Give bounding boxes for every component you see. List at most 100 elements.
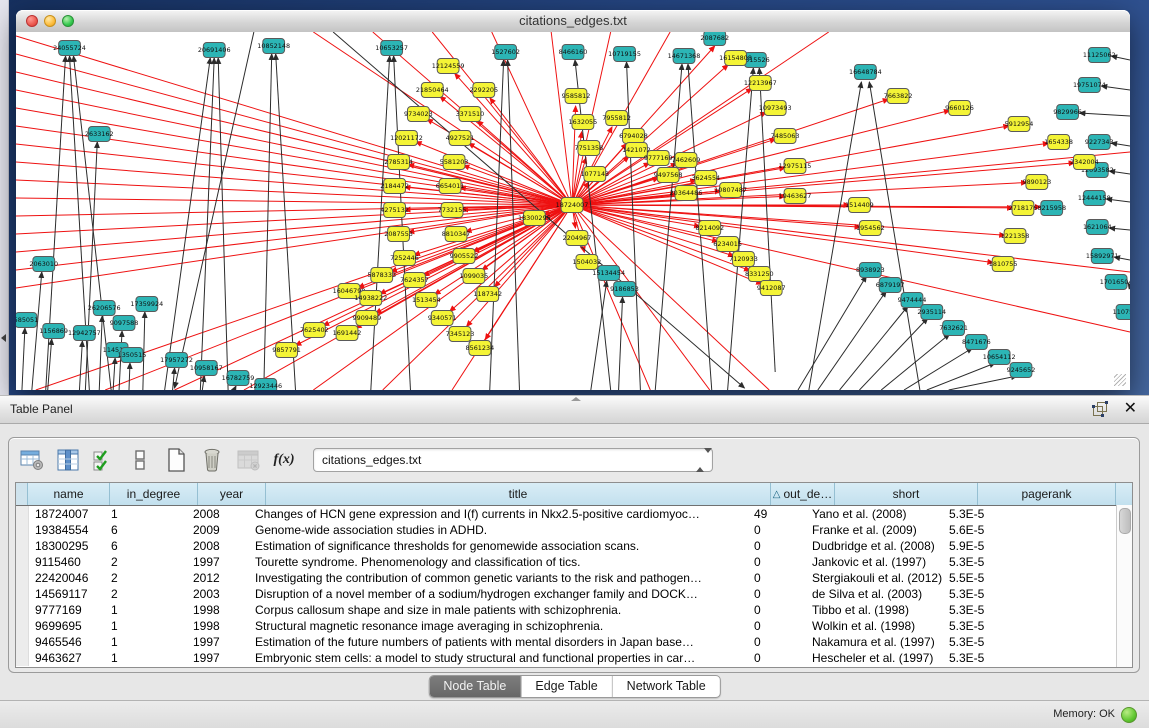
cell-title[interactable]: Estimation of the future numbers of pati…: [249, 635, 748, 649]
delete-table-button[interactable]: [197, 445, 227, 475]
function-builder-button[interactable]: f(x): [269, 445, 299, 475]
cell-name[interactable]: 9699695: [29, 619, 105, 633]
tab-node-table[interactable]: Node Table: [429, 676, 520, 697]
cell-short[interactable]: Hescheler et al. (1997): [806, 651, 943, 665]
citation-edge-black[interactable]: [859, 318, 927, 390]
cell-out_degree[interactable]: 0: [748, 539, 806, 553]
cell-short[interactable]: Yano et al. (2008): [806, 507, 943, 521]
tab-network-table[interactable]: Network Table: [612, 676, 720, 697]
citation-edge-black[interactable]: [79, 341, 82, 390]
cell-short[interactable]: Wolkin et al. (1998): [806, 619, 943, 633]
column-chooser-button[interactable]: [53, 445, 83, 475]
citation-edge-black[interactable]: [840, 306, 908, 390]
network-window-titlebar[interactable]: citations_edges.txt: [16, 10, 1130, 33]
cell-out_degree[interactable]: 0: [748, 651, 806, 665]
citation-edge-red[interactable]: [16, 205, 572, 288]
citation-edge-black[interactable]: [949, 376, 1017, 390]
table-row[interactable]: 969969511998Structural magnetic resonanc…: [16, 618, 1132, 634]
cell-pagerank[interactable]: 5.3E-5: [943, 507, 1075, 521]
splitter-grip[interactable]: [571, 397, 581, 401]
table-row[interactable]: 911546021997Tourette syndrome. Phenomeno…: [16, 554, 1132, 570]
citation-edge-black[interactable]: [1079, 113, 1130, 116]
table-row[interactable]: 946362711997Embryonic stem cells: a mode…: [16, 650, 1132, 666]
citation-edge-black[interactable]: [46, 56, 66, 390]
cell-pagerank[interactable]: 5.3E-5: [943, 587, 1075, 601]
column-header-pagerank[interactable]: pagerank: [978, 483, 1116, 505]
cell-name[interactable]: 18724007: [29, 507, 105, 521]
cell-short[interactable]: Stergiakouli et al. (2012): [806, 571, 943, 585]
cell-year[interactable]: 2008: [187, 539, 249, 553]
citation-edge-black[interactable]: [809, 82, 862, 390]
cell-pagerank[interactable]: 5.6E-5: [943, 523, 1075, 537]
cell-pagerank[interactable]: 5.3E-5: [943, 555, 1075, 569]
cell-year[interactable]: 1998: [187, 603, 249, 617]
memory-status-indicator[interactable]: [1121, 707, 1137, 723]
column-header-year[interactable]: year: [198, 483, 266, 505]
table-select-dropdown[interactable]: citations_edges.txt: [313, 448, 713, 472]
window-resize-grip[interactable]: [1114, 374, 1126, 386]
cell-out_degree[interactable]: 0: [748, 587, 806, 601]
column-header-in_degree[interactable]: in_degree: [110, 483, 198, 505]
cell-in_degree[interactable]: 1: [105, 603, 187, 617]
new-table-button[interactable]: [161, 445, 191, 475]
cell-pagerank[interactable]: 5.3E-5: [943, 651, 1075, 665]
cell-short[interactable]: Dudbridge et al. (2008): [806, 539, 943, 553]
column-header-title[interactable]: title: [266, 483, 771, 505]
citation-edge-black[interactable]: [1111, 143, 1130, 146]
cell-out_degree[interactable]: 0: [748, 571, 806, 585]
citation-edge-black[interactable]: [881, 334, 949, 390]
citation-edge-black[interactable]: [798, 276, 866, 390]
table-row[interactable]: 977716911998Corpus callosum shape and si…: [16, 602, 1132, 618]
cell-in_degree[interactable]: 1: [105, 651, 187, 665]
column-header-out_degree[interactable]: △out_de…: [771, 483, 835, 505]
cell-name[interactable]: 9777169: [29, 603, 105, 617]
citation-edge-black[interactable]: [234, 386, 236, 390]
cell-short[interactable]: Tibbo et al. (1998): [806, 603, 943, 617]
cell-out_degree[interactable]: 49: [748, 507, 806, 521]
cell-year[interactable]: 2012: [187, 571, 249, 585]
cell-year[interactable]: 1997: [187, 651, 249, 665]
citation-edge-red[interactable]: [572, 205, 993, 263]
cell-name[interactable]: 9115460: [29, 555, 105, 569]
close-panel-icon[interactable]: ✕: [1124, 398, 1137, 418]
cell-title[interactable]: Genome-wide association studies in ADHD.: [249, 523, 748, 537]
cell-title[interactable]: Structural magnetic resonance image aver…: [249, 619, 748, 633]
cell-title[interactable]: Estimation of significance thresholds fo…: [249, 539, 748, 553]
cell-name[interactable]: 9463627: [29, 651, 105, 665]
row-boxes-button[interactable]: [125, 445, 155, 475]
citation-edge-black[interactable]: [394, 56, 411, 390]
cell-title[interactable]: Corpus callosum shape and size in male p…: [249, 603, 748, 617]
cell-title[interactable]: Tourette syndrome. Phenomenology and cla…: [249, 555, 748, 569]
table-settings-button[interactable]: [17, 445, 47, 475]
citation-edge-black[interactable]: [202, 376, 204, 390]
citation-edge-black[interactable]: [264, 54, 272, 390]
cell-title[interactable]: Changes of HCN gene expression and I(f) …: [249, 507, 748, 521]
table-row[interactable]: 2242004622012Investigating the contribut…: [16, 570, 1132, 586]
citation-edge-black[interactable]: [22, 328, 25, 390]
cell-title[interactable]: Investigating the contribution of common…: [249, 571, 748, 585]
table-row[interactable]: 1456911722003Disruption of a novel membe…: [16, 586, 1132, 602]
cell-short[interactable]: Nakamura et al. (1997): [806, 635, 943, 649]
tab-edge-table[interactable]: Edge Table: [520, 676, 611, 697]
column-header-name[interactable]: name: [28, 483, 110, 505]
cell-in_degree[interactable]: 2: [105, 555, 187, 569]
citation-edge-black[interactable]: [371, 56, 390, 390]
citation-edge-red[interactable]: [490, 98, 572, 205]
cell-year[interactable]: 1998: [187, 619, 249, 633]
citation-edge-black[interactable]: [129, 363, 130, 390]
cell-pagerank[interactable]: 5.9E-5: [943, 539, 1075, 553]
citation-edge-red[interactable]: [16, 108, 572, 205]
citation-edge-red[interactable]: [572, 205, 710, 390]
cell-pagerank[interactable]: 5.3E-5: [943, 619, 1075, 633]
citation-edge-black[interactable]: [927, 363, 995, 390]
table-row[interactable]: 946554611997Estimation of the future num…: [16, 634, 1132, 650]
citation-edge-black[interactable]: [619, 297, 623, 390]
cell-pagerank[interactable]: 5.5E-5: [943, 571, 1075, 585]
cell-out_degree[interactable]: 0: [748, 619, 806, 633]
cell-in_degree[interactable]: 1: [105, 635, 187, 649]
citation-edge-red[interactable]: [16, 90, 572, 205]
cell-out_degree[interactable]: 0: [748, 603, 806, 617]
citation-edge-black[interactable]: [175, 32, 254, 388]
cell-name[interactable]: 9465546: [29, 635, 105, 649]
cell-name[interactable]: 14569117: [29, 587, 105, 601]
